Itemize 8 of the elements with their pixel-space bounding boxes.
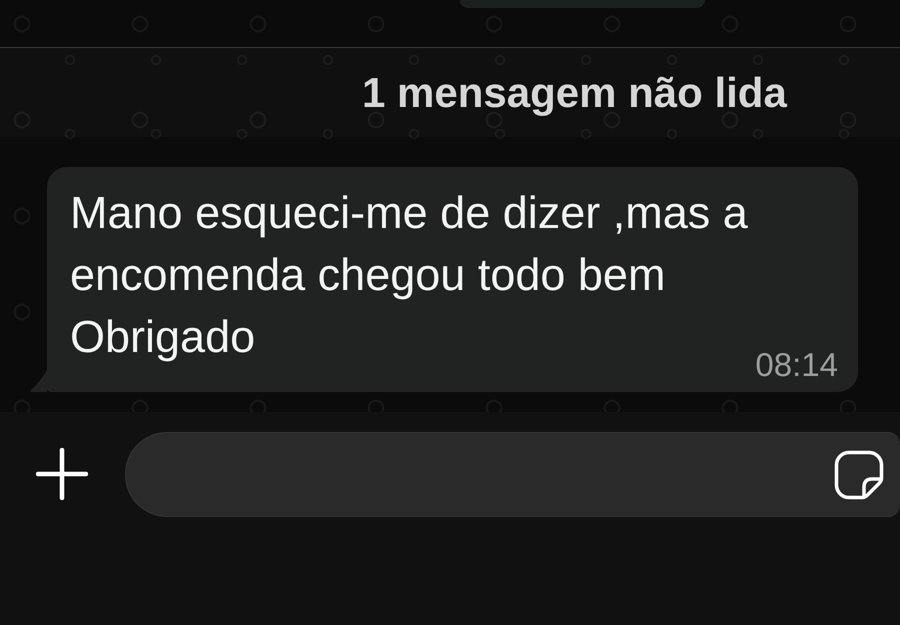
plus-icon <box>36 448 88 500</box>
attach-button[interactable] <box>36 448 88 500</box>
unread-banner: 1 mensagem não lida <box>0 47 900 137</box>
sticker-button[interactable] <box>834 450 884 500</box>
message-time: 08:14 <box>755 345 838 385</box>
sticker-icon <box>834 450 884 500</box>
message-text: Mano esqueci-me de dizer ,mas a encomenda chegou todo bem Obrigado <box>70 186 749 364</box>
message-input-field[interactable] <box>125 432 900 517</box>
